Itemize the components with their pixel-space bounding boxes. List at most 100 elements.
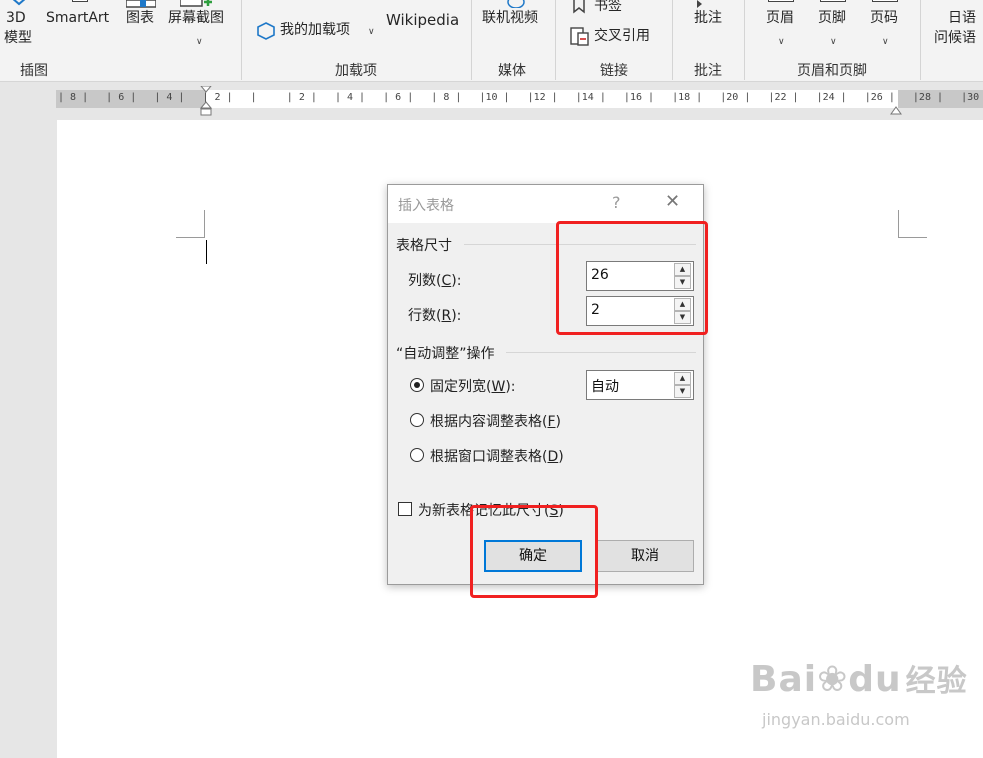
- group-separator: [241, 0, 242, 80]
- fixed-width-label[interactable]: 固定列宽(W):: [430, 376, 516, 396]
- crop-mark: [899, 237, 927, 238]
- header-icon: [768, 0, 794, 2]
- remember-size-checkbox[interactable]: [398, 502, 412, 516]
- footer-button[interactable]: 页脚 ∨: [814, 0, 854, 48]
- smartart-label: SmartArt: [46, 10, 110, 26]
- japanese-greeting-label-2: 问候语: [934, 30, 976, 46]
- comment-icon: [696, 0, 704, 8]
- header-label: 页眉: [766, 10, 794, 26]
- bookmark-button[interactable]: 书签: [570, 0, 660, 18]
- screenshot-label: 屏幕截图: [168, 10, 224, 26]
- columns-accesskey: C: [441, 273, 452, 289]
- group-separator: [672, 0, 673, 80]
- group-label-illustrations: 插图: [20, 63, 48, 79]
- section-autofit: “自动调整”操作: [396, 346, 495, 362]
- fixed-width-radio[interactable]: [410, 378, 424, 392]
- right-indent-marker[interactable]: [890, 100, 902, 115]
- column-width-value[interactable]: 自动: [591, 376, 619, 396]
- group-label-links: 链接: [600, 63, 628, 79]
- bookmark-icon: [572, 0, 586, 14]
- autofit-window-radio[interactable]: [410, 448, 424, 462]
- my-addins-button[interactable]: 我的加载项 ∨: [254, 20, 378, 42]
- rows-label-suffix: ):: [451, 308, 462, 324]
- rows-label-text: 行数(: [408, 308, 442, 324]
- bookmark-label: 书签: [594, 0, 622, 14]
- 3d-model-icon: [10, 0, 28, 6]
- section-divider: [506, 352, 696, 353]
- watermark-brand-jingyan: 经验: [905, 664, 968, 699]
- cross-reference-label: 交叉引用: [594, 28, 650, 44]
- comment-button[interactable]: 批注: [690, 0, 730, 34]
- header-button[interactable]: 页眉 ∨: [762, 0, 802, 48]
- smartart-button[interactable]: SmartArt: [44, 0, 116, 34]
- autofit-content-accesskey: F: [547, 414, 556, 430]
- footer-chevron-down-icon: ∨: [830, 37, 837, 47]
- columns-label: 列数(C):: [408, 270, 461, 290]
- text-cursor: [206, 240, 207, 264]
- fixed-width-label-text: 固定列宽(: [430, 379, 492, 395]
- online-video-button[interactable]: 联机视频: [482, 0, 546, 34]
- section-table-size: 表格尺寸: [396, 238, 452, 254]
- autofit-content-label-text: 根据内容调整表格(: [430, 414, 548, 430]
- autofit-content-label-suffix: ): [555, 414, 561, 430]
- ruler-ticks: | 8 | | 6 | | 4 | | 2 | | | 2 | | 4 | | …: [58, 92, 980, 103]
- watermark-brand-du: du: [848, 659, 902, 700]
- chart-button[interactable]: 图表: [122, 0, 162, 34]
- screenshot-icon: [179, 0, 216, 7]
- dialog-title: 插入表格: [398, 198, 454, 214]
- japanese-greeting-button[interactable]: 日语 问候语: [930, 8, 983, 48]
- group-label-media: 媒体: [498, 63, 526, 79]
- page-number-icon: [872, 0, 898, 2]
- wikipedia-button[interactable]: Wikipedia: [386, 10, 462, 32]
- chart-icon: [125, 0, 157, 8]
- baidu-watermark: Bai❀du 经验 jingyan.baidu.com: [750, 656, 968, 729]
- columns-label-text: 列数(: [408, 273, 442, 289]
- smartart-icon: [72, 0, 88, 2]
- 3d-model-button[interactable]: 3D 模型: [4, 0, 38, 54]
- comment-label: 批注: [694, 10, 722, 26]
- my-addins-label: 我的加载项: [280, 22, 350, 38]
- header-chevron-down-icon: ∨: [778, 37, 785, 47]
- paw-icon: ❀: [817, 659, 849, 700]
- group-separator: [471, 0, 472, 80]
- autofit-window-label[interactable]: 根据窗口调整表格(D): [430, 446, 564, 466]
- autofit-window-accesskey: D: [547, 449, 559, 465]
- page-number-chevron-down-icon: ∨: [882, 37, 889, 47]
- highlight-ok-button: [470, 505, 598, 598]
- screenshot-button[interactable]: 屏幕截图 ∨: [168, 0, 232, 48]
- group-separator: [920, 0, 921, 80]
- rows-label: 行数(R):: [408, 305, 461, 325]
- ribbon: 3D 模型 SmartArt 图表 屏幕截图 ∨ 我的加载项 ∨ Wikiped…: [0, 0, 983, 82]
- group-separator: [744, 0, 745, 80]
- footer-icon: [820, 0, 846, 2]
- 3d-model-label-1: 3D: [6, 10, 26, 26]
- highlight-size-inputs: [556, 221, 708, 335]
- rows-accesskey: R: [441, 308, 452, 324]
- indent-marker[interactable]: [199, 85, 213, 116]
- column-width-down-arrow-icon[interactable]: ▼: [674, 385, 691, 398]
- fixed-width-accesskey: W: [491, 379, 506, 395]
- cancel-button[interactable]: 取消: [596, 540, 694, 572]
- page-number-label: 页码: [870, 10, 898, 26]
- screenshot-chevron-down-icon: ∨: [196, 37, 203, 47]
- fixed-width-label-suffix: ):: [505, 379, 516, 395]
- watermark-url: jingyan.baidu.com: [762, 710, 910, 729]
- dialog-title-bar: 插入表格 ? ✕: [388, 185, 703, 223]
- cross-reference-icon: [570, 27, 590, 47]
- group-label-comments: 批注: [694, 63, 722, 79]
- crop-mark: [898, 210, 899, 238]
- addins-icon: [256, 22, 276, 40]
- close-icon[interactable]: ✕: [665, 191, 680, 212]
- column-width-spin-arrows: ▲ ▼: [674, 372, 692, 398]
- group-label-addins: 加载项: [335, 63, 377, 79]
- help-icon[interactable]: ?: [612, 193, 621, 212]
- column-width-spinner[interactable]: 自动 ▲ ▼: [586, 370, 694, 400]
- autofit-content-radio[interactable]: [410, 413, 424, 427]
- horizontal-ruler[interactable]: | 8 | | 6 | | 4 | | 2 | | | 2 | | 4 | | …: [56, 90, 983, 108]
- column-width-up-arrow-icon[interactable]: ▲: [674, 372, 691, 385]
- japanese-greeting-label-1: 日语: [948, 10, 976, 26]
- watermark-brand: Bai: [750, 659, 818, 700]
- cross-reference-button[interactable]: 交叉引用: [568, 26, 668, 48]
- page-number-button[interactable]: 页码 ∨: [866, 0, 906, 48]
- autofit-content-label[interactable]: 根据内容调整表格(F): [430, 411, 561, 431]
